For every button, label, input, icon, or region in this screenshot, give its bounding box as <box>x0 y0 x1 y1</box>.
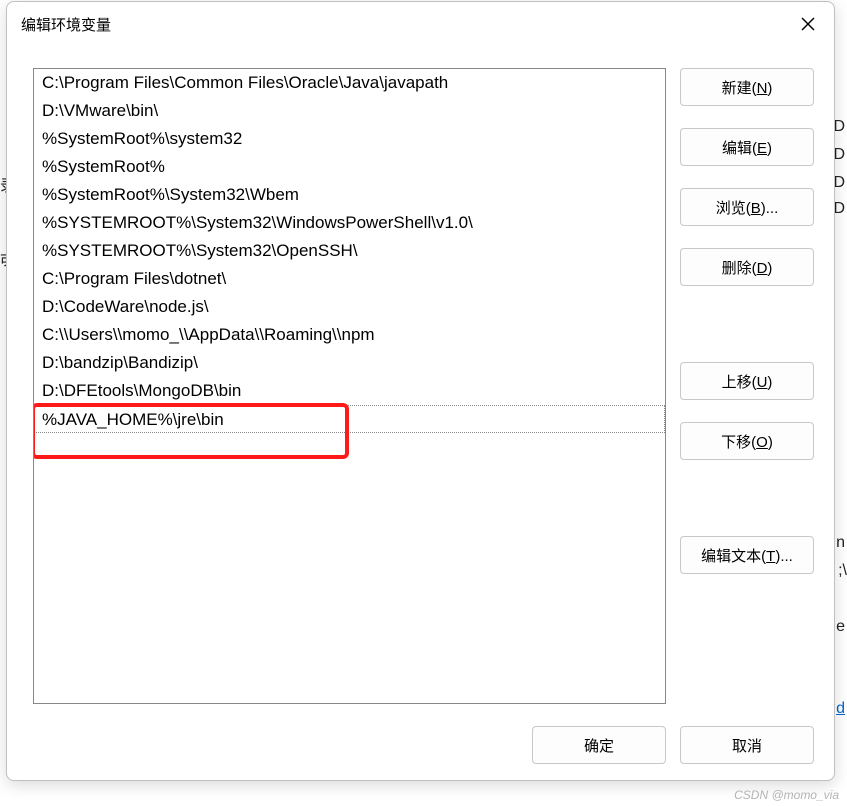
list-item[interactable]: C:\\Users\\momo_\\AppData\\Roaming\\npm <box>34 321 665 349</box>
list-item[interactable]: %SYSTEMROOT%\System32\WindowsPowerShell\… <box>34 209 665 237</box>
bg-text: D <box>833 118 845 136</box>
delete-button[interactable]: 删除(D) <box>680 248 814 286</box>
bg-text: D <box>833 174 845 192</box>
edit-button[interactable]: 编辑(E) <box>680 128 814 166</box>
bg-text: D <box>833 146 845 164</box>
list-item[interactable]: D:\bandzip\Bandizip\ <box>34 349 665 377</box>
close-button[interactable] <box>796 12 820 36</box>
list-item[interactable]: %SYSTEMROOT%\System32\OpenSSH\ <box>34 237 665 265</box>
bg-text: n <box>836 534 845 552</box>
edittext-button[interactable]: 编辑文本(T)... <box>680 536 814 574</box>
browse-button[interactable]: 浏览(B)... <box>680 188 814 226</box>
list-item[interactable]: C:\Program Files\dotnet\ <box>34 265 665 293</box>
list-item[interactable]: D:\DFEtools\MongoDB\bin <box>34 377 665 405</box>
list-item[interactable]: %SystemRoot%\system32 <box>34 125 665 153</box>
dialog-title: 编辑环境变量 <box>21 14 111 35</box>
list-item[interactable]: D:\CodeWare\node.js\ <box>34 293 665 321</box>
close-icon <box>801 17 815 31</box>
moveup-button[interactable]: 上移(U) <box>680 362 814 400</box>
movedown-button[interactable]: 下移(O) <box>680 422 814 460</box>
path-list[interactable]: C:\Program Files\Common Files\Oracle\Jav… <box>33 68 666 704</box>
ok-button[interactable]: 确定 <box>532 726 666 764</box>
env-var-dialog: 编辑环境变量 C:\Program Files\Common Files\Ora… <box>6 1 835 781</box>
button-column: 新建(N) 编辑(E) 浏览(B)... 删除(D) 上移(U) 下移(O) 编… <box>680 68 814 704</box>
list-item-editing[interactable]: %JAVA_HOME%\jre\bin <box>34 405 665 433</box>
bg-text: D <box>833 200 845 218</box>
content-area: C:\Program Files\Common Files\Oracle\Jav… <box>7 38 834 718</box>
dialog-footer: 确定 取消 <box>7 718 834 780</box>
cancel-button[interactable]: 取消 <box>680 726 814 764</box>
list-item[interactable]: %SystemRoot% <box>34 153 665 181</box>
list-item[interactable]: D:\VMware\bin\ <box>34 97 665 125</box>
bg-text: e <box>836 618 845 636</box>
title-bar: 编辑环境变量 <box>7 2 834 38</box>
list-item[interactable]: %SystemRoot%\System32\Wbem <box>34 181 665 209</box>
watermark: CSDN @momo_via <box>734 788 839 802</box>
bg-text: ;\ <box>838 562 847 580</box>
bg-text: d <box>836 700 845 718</box>
list-item[interactable]: C:\Program Files\Common Files\Oracle\Jav… <box>34 69 665 97</box>
new-button[interactable]: 新建(N) <box>680 68 814 106</box>
